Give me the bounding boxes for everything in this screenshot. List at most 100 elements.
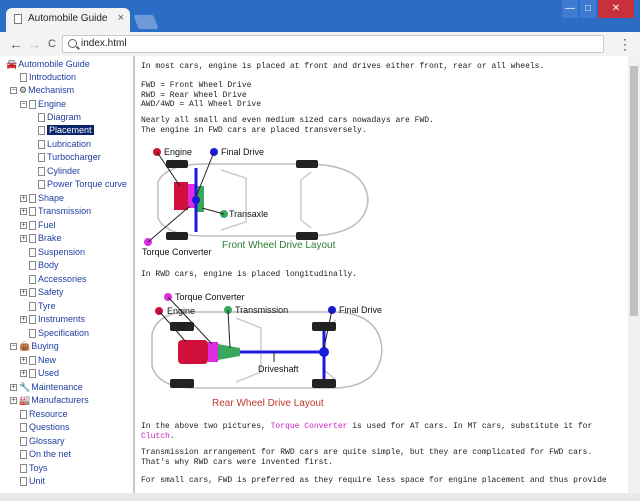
fwd-engine-label: Engine	[164, 147, 192, 157]
contents-tree-pane: 🚘Automobile Guide Introduction − ⚙Mechani…	[0, 56, 135, 493]
tree-item-placement[interactable]: Placement	[38, 124, 94, 137]
page-icon	[38, 167, 45, 177]
forward-arrow-icon[interactable]: →	[26, 35, 42, 53]
tree-item-fuel[interactable]: + Fuel	[20, 219, 56, 232]
page-icon	[29, 356, 36, 366]
tree-item-buying[interactable]: − 👜Buying	[10, 340, 59, 353]
browser-chrome: Automobile Guide × — □ ✕ ← → C index.htm…	[0, 0, 640, 56]
torque-converter-block	[208, 342, 218, 362]
address-bar[interactable]: index.html	[62, 35, 604, 53]
tree-item-new[interactable]: + New	[20, 354, 56, 367]
collapse-icon[interactable]: −	[10, 343, 17, 351]
maximize-icon[interactable]: □	[580, 0, 596, 18]
collapse-icon[interactable]: −	[10, 87, 17, 95]
tree-item-root[interactable]: 🚘Automobile Guide	[6, 58, 90, 71]
expand-icon[interactable]: +	[20, 235, 27, 243]
tree-item-introduction[interactable]: Introduction	[20, 71, 76, 84]
tree-item-power-torque-curve[interactable]: Power Torque curve	[38, 178, 127, 191]
tree-item-questions[interactable]: Questions	[20, 421, 70, 434]
page-icon	[29, 275, 36, 285]
search-icon	[68, 39, 77, 48]
tree-item-glossary[interactable]: Glossary	[20, 435, 65, 448]
expand-icon[interactable]: +	[10, 384, 17, 392]
tree-item-mechanism[interactable]: − ⚙Mechanism	[10, 84, 74, 97]
rwd-driveshaft-label: Driveshaft	[258, 364, 299, 374]
paragraph-rwd: In RWD cars, engine is placed longitudin…	[141, 270, 358, 279]
reload-icon[interactable]: C	[44, 35, 60, 53]
tab-close-icon[interactable]: ×	[118, 12, 124, 24]
new-tab-button[interactable]	[133, 15, 159, 29]
final-drive-block	[319, 347, 329, 357]
page-icon	[38, 113, 45, 123]
gear-icon: ⚙	[19, 85, 28, 95]
shopping-bag-icon: 👜	[19, 341, 31, 351]
close-window-icon[interactable]: ✕	[598, 0, 634, 18]
page-icon	[29, 194, 36, 204]
tree-item-maintenance[interactable]: + 🔧Maintenance	[10, 381, 83, 394]
paragraph-abbreviations: FWD = Front Wheel Drive RWD = Rear Wheel…	[141, 81, 262, 110]
rwd-engine-label: Engine	[167, 306, 195, 316]
expand-icon[interactable]: +	[20, 208, 27, 216]
expand-icon[interactable]: +	[10, 397, 17, 405]
tree-item-lubrication[interactable]: Lubrication	[38, 138, 91, 151]
tree-item-shape[interactable]: + Shape	[20, 192, 64, 205]
expand-icon[interactable]: +	[20, 357, 27, 365]
vertical-scrollbar[interactable]	[628, 56, 640, 493]
expand-icon[interactable]: +	[20, 289, 27, 297]
page-icon	[29, 100, 36, 110]
page-icon	[29, 261, 36, 271]
browser-tab[interactable]: Automobile Guide ×	[6, 8, 130, 32]
page-icon	[20, 437, 27, 447]
tree-item-resource[interactable]: Resource	[20, 408, 68, 421]
tree-item-diagram[interactable]: Diagram	[38, 111, 81, 124]
tree-item-on-the-net[interactable]: On the net	[20, 448, 71, 461]
menu-dots-icon[interactable]: ⋮	[618, 35, 632, 53]
tree-item-tyre[interactable]: Tyre	[29, 300, 56, 313]
back-arrow-icon[interactable]: ←	[8, 35, 24, 53]
tree-item-instruments[interactable]: + Instruments	[20, 313, 85, 326]
tree-item-brake[interactable]: + Brake	[20, 232, 62, 245]
page-icon	[38, 180, 45, 190]
page-icon	[20, 477, 27, 487]
expand-icon[interactable]: +	[20, 195, 27, 203]
paragraph-fwd: Nearly all small and even medium sized c…	[141, 116, 434, 135]
expand-icon[interactable]: +	[20, 370, 27, 378]
car-icon: 🚘	[6, 59, 18, 69]
tree-item-toys[interactable]: Toys	[20, 462, 48, 475]
torque-converter-link[interactable]: Torque Converter	[271, 422, 348, 431]
tree-item-turbocharger[interactable]: Turbocharger	[38, 151, 101, 164]
page-icon	[29, 369, 36, 379]
bottom-frame	[0, 493, 640, 501]
expand-icon[interactable]: +	[20, 222, 27, 230]
minimize-icon[interactable]: —	[562, 0, 578, 18]
wheel	[170, 322, 194, 331]
tree-item-suspension[interactable]: Suspension	[29, 246, 85, 259]
scrollbar-thumb[interactable]	[630, 66, 638, 316]
page-icon	[29, 234, 36, 244]
tree-item-body[interactable]: Body	[29, 259, 59, 272]
wheel	[296, 232, 318, 240]
tree-item-engine[interactable]: − Engine	[20, 98, 66, 111]
tree-item-specification[interactable]: Specification	[29, 327, 89, 340]
page-icon	[20, 464, 27, 474]
tree-item-cylinder[interactable]: Cylinder	[38, 165, 80, 178]
fwd-layout-diagram: Engine Final Drive Transaxle Torque Conv…	[142, 147, 369, 257]
collapse-icon[interactable]: −	[20, 101, 27, 109]
tree-item-safety[interactable]: + Safety	[20, 286, 64, 299]
tree-item-used[interactable]: + Used	[20, 367, 59, 380]
tree-item-accessories[interactable]: Accessories	[29, 273, 87, 286]
fwd-caption: Front Wheel Drive Layout	[222, 240, 336, 251]
page-icon	[20, 73, 27, 83]
url-text: index.html	[81, 38, 127, 49]
clutch-link[interactable]: Clutch	[141, 432, 170, 441]
rwd-transmission-label: Transmission	[235, 305, 288, 315]
browser-toolbar: ← → C index.html ⋮	[0, 32, 640, 56]
tree-item-unit[interactable]: Unit	[20, 475, 45, 488]
page-icon	[29, 221, 36, 231]
tab-title: Automobile Guide	[28, 13, 108, 24]
tree-item-transmission[interactable]: + Transmission	[20, 205, 91, 218]
expand-icon[interactable]: +	[20, 316, 27, 324]
rwd-torque-converter-label: Torque Converter	[175, 292, 245, 302]
tree-item-manufacturers[interactable]: + 🏭Manufacturers	[10, 394, 89, 407]
page-icon	[29, 302, 36, 312]
